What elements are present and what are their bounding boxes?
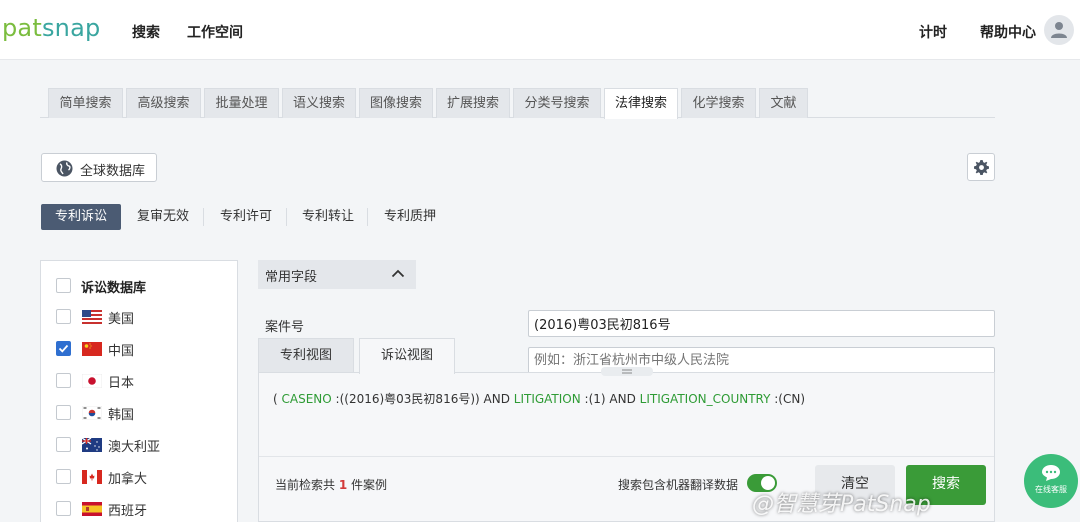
tab-semantic-search[interactable]: 语义搜索 bbox=[282, 88, 356, 118]
tab-chemical-search[interactable]: 化学搜索 bbox=[681, 88, 756, 118]
subtab-divider bbox=[367, 208, 368, 226]
court-input[interactable] bbox=[528, 347, 995, 374]
es-flag-icon bbox=[82, 502, 102, 516]
checkbox[interactable] bbox=[56, 501, 71, 516]
tab-litigation-view[interactable]: 诉讼视图 bbox=[359, 338, 455, 374]
top-bar: patsnap 搜索 工作空间 计时 帮助中心 bbox=[0, 0, 1080, 60]
patsnap-logo[interactable]: patsnap bbox=[2, 14, 100, 42]
database-label: 中国 bbox=[108, 344, 135, 359]
machine-translation-label: 搜索包含机器翻译数据 bbox=[618, 478, 739, 492]
case-number-label: 案件号 bbox=[265, 320, 305, 335]
tab-classification-search[interactable]: 分类号搜索 bbox=[513, 88, 601, 118]
litigation-database-panel: 诉讼数据库 美国 中国 日本 韩国 澳大利亚 加拿大 西班牙 bbox=[40, 260, 238, 522]
subtab-reexamination[interactable]: 复审无效 bbox=[137, 204, 189, 230]
tab-advanced-search[interactable]: 高级搜索 bbox=[126, 88, 201, 118]
database-label: 澳大利亚 bbox=[108, 440, 161, 455]
global-database-button[interactable]: 全球数据库 bbox=[41, 153, 157, 182]
tab-image-search[interactable]: 图像搜索 bbox=[359, 88, 433, 118]
checkbox[interactable] bbox=[56, 437, 71, 452]
au-flag-icon bbox=[82, 438, 102, 452]
checkbox[interactable] bbox=[56, 309, 71, 324]
chat-icon bbox=[1042, 465, 1060, 481]
count-number: 1 bbox=[338, 478, 348, 492]
subtab-divider bbox=[286, 208, 287, 226]
divider bbox=[259, 456, 994, 457]
tab-batch[interactable]: 批量处理 bbox=[204, 88, 279, 118]
us-flag-icon bbox=[82, 310, 102, 324]
globe-icon bbox=[56, 160, 73, 177]
query-keyword: LITIGATION_COUNTRY bbox=[639, 392, 771, 406]
database-label: 西班牙 bbox=[108, 504, 148, 519]
database-label: 韩国 bbox=[108, 408, 135, 423]
case-number-input[interactable] bbox=[528, 310, 995, 337]
query-part: :(1) AND bbox=[580, 392, 640, 406]
online-support-button[interactable]: 在线客服 bbox=[1024, 454, 1078, 508]
nav-workspace[interactable]: 工作空间 bbox=[187, 22, 243, 42]
tab-literature[interactable]: 文献 bbox=[759, 88, 808, 118]
count-prefix: 当前检索共 bbox=[275, 478, 336, 492]
checkbox-checked[interactable] bbox=[56, 341, 71, 356]
query-text: ( CASENO :((2016)粤03民初816号)) AND LITIGAT… bbox=[273, 390, 805, 407]
avatar[interactable] bbox=[1044, 15, 1074, 45]
global-database-label: 全球数据库 bbox=[80, 164, 146, 179]
subtab-patent-pledge[interactable]: 专利质押 bbox=[384, 204, 436, 230]
gear-icon bbox=[974, 160, 989, 175]
nav-timer[interactable]: 计时 bbox=[919, 22, 947, 42]
nav-search[interactable]: 搜索 bbox=[132, 22, 160, 42]
common-fields-toggle[interactable]: 常用字段 bbox=[258, 260, 416, 289]
subtab-divider bbox=[203, 208, 204, 226]
nav-help-center[interactable]: 帮助中心 bbox=[980, 22, 1036, 42]
chevron-up-icon bbox=[391, 269, 405, 278]
check-icon bbox=[58, 344, 69, 353]
online-support-label: 在线客服 bbox=[1035, 485, 1067, 494]
database-label: 加拿大 bbox=[108, 472, 148, 487]
subtab-patent-license[interactable]: 专利许可 bbox=[220, 204, 272, 230]
common-fields-label: 常用字段 bbox=[265, 270, 318, 285]
query-part: :(CN) bbox=[770, 392, 806, 406]
resize-handle[interactable] bbox=[601, 367, 653, 376]
query-keyword: CASENO bbox=[281, 392, 332, 406]
tab-simple-search[interactable]: 简单搜索 bbox=[48, 88, 123, 118]
query-part: ( bbox=[273, 392, 282, 406]
checkbox[interactable] bbox=[56, 405, 71, 420]
kr-flag-icon bbox=[82, 406, 102, 420]
database-header-label: 诉讼数据库 bbox=[81, 281, 147, 296]
ca-flag-icon bbox=[82, 470, 102, 484]
user-icon bbox=[1051, 22, 1067, 38]
database-label: 日本 bbox=[108, 376, 135, 391]
logo-text: patsnap bbox=[2, 14, 101, 42]
drag-handle-icon bbox=[622, 369, 632, 374]
count-suffix: 件案例 bbox=[351, 478, 388, 492]
query-part: :((2016)粤03民初816号)) AND bbox=[331, 392, 514, 406]
checkbox[interactable] bbox=[56, 278, 71, 293]
search-type-tabs: 简单搜索 高级搜索 批量处理 语义搜索 图像搜索 扩展搜索 分类号搜索 法律搜索… bbox=[40, 88, 995, 119]
cn-flag-icon bbox=[82, 342, 102, 356]
tab-patent-view[interactable]: 专利视图 bbox=[258, 338, 354, 373]
subtab-patent-transfer[interactable]: 专利转让 bbox=[302, 204, 354, 230]
result-count: 当前检索共 1 件案例 bbox=[275, 476, 387, 493]
watermark: @智慧芽PatSnap bbox=[752, 492, 931, 517]
checkbox[interactable] bbox=[56, 373, 71, 388]
database-label: 美国 bbox=[108, 312, 135, 327]
subtab-patent-litigation[interactable]: 专利诉讼 bbox=[41, 204, 121, 230]
checkbox[interactable] bbox=[56, 469, 71, 484]
tab-extended-search[interactable]: 扩展搜索 bbox=[436, 88, 510, 118]
tab-legal-search[interactable]: 法律搜索 bbox=[604, 88, 678, 119]
query-keyword: LITIGATION bbox=[513, 392, 581, 406]
jp-flag-icon bbox=[82, 374, 102, 388]
settings-button[interactable] bbox=[967, 153, 995, 181]
